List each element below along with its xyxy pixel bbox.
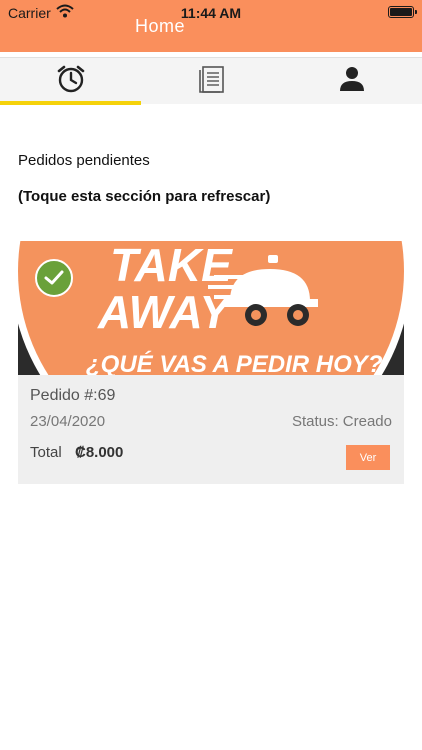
active-tab-indicator: [0, 101, 141, 105]
banner-line1: TAKE: [110, 241, 233, 291]
check-icon: [35, 259, 73, 297]
tab-orders-list[interactable]: [141, 58, 282, 105]
refresh-hint[interactable]: (Toque esta sección para refrescar): [18, 188, 270, 205]
top-bar: Carrier 11:44 AM Home: [0, 0, 422, 52]
take-away-banner: TAKE AWAY ¿QUÉ VAS A PEDIR HOY?: [18, 241, 404, 375]
order-number: Pedido #:69: [30, 387, 116, 404]
order-date: 23/04/2020: [30, 413, 106, 430]
pending-orders-heading: Pedidos pendientes: [18, 152, 150, 169]
banner-line2: AWAY: [97, 286, 234, 338]
tab-profile[interactable]: [281, 58, 422, 105]
tab-pending-orders[interactable]: [0, 58, 141, 105]
document-list-icon: [198, 64, 226, 99]
page-title: Home: [134, 16, 185, 36]
battery-icon: [388, 6, 417, 18]
banner-tagline: ¿QUÉ VAS A PEDIR HOY?: [86, 350, 383, 375]
order-total-label: Total: [30, 444, 62, 461]
order-status: Status: Creado: [291, 413, 392, 430]
order-total-value: ₡8.000: [75, 444, 124, 461]
order-card[interactable]: TAKE AWAY ¿QUÉ VAS A PEDIR HOY? Pedido #…: [18, 241, 404, 484]
tab-bar: [0, 57, 422, 105]
alarm-clock-icon: [56, 64, 86, 99]
view-order-button[interactable]: Ver: [346, 445, 390, 470]
user-icon: [338, 65, 366, 98]
